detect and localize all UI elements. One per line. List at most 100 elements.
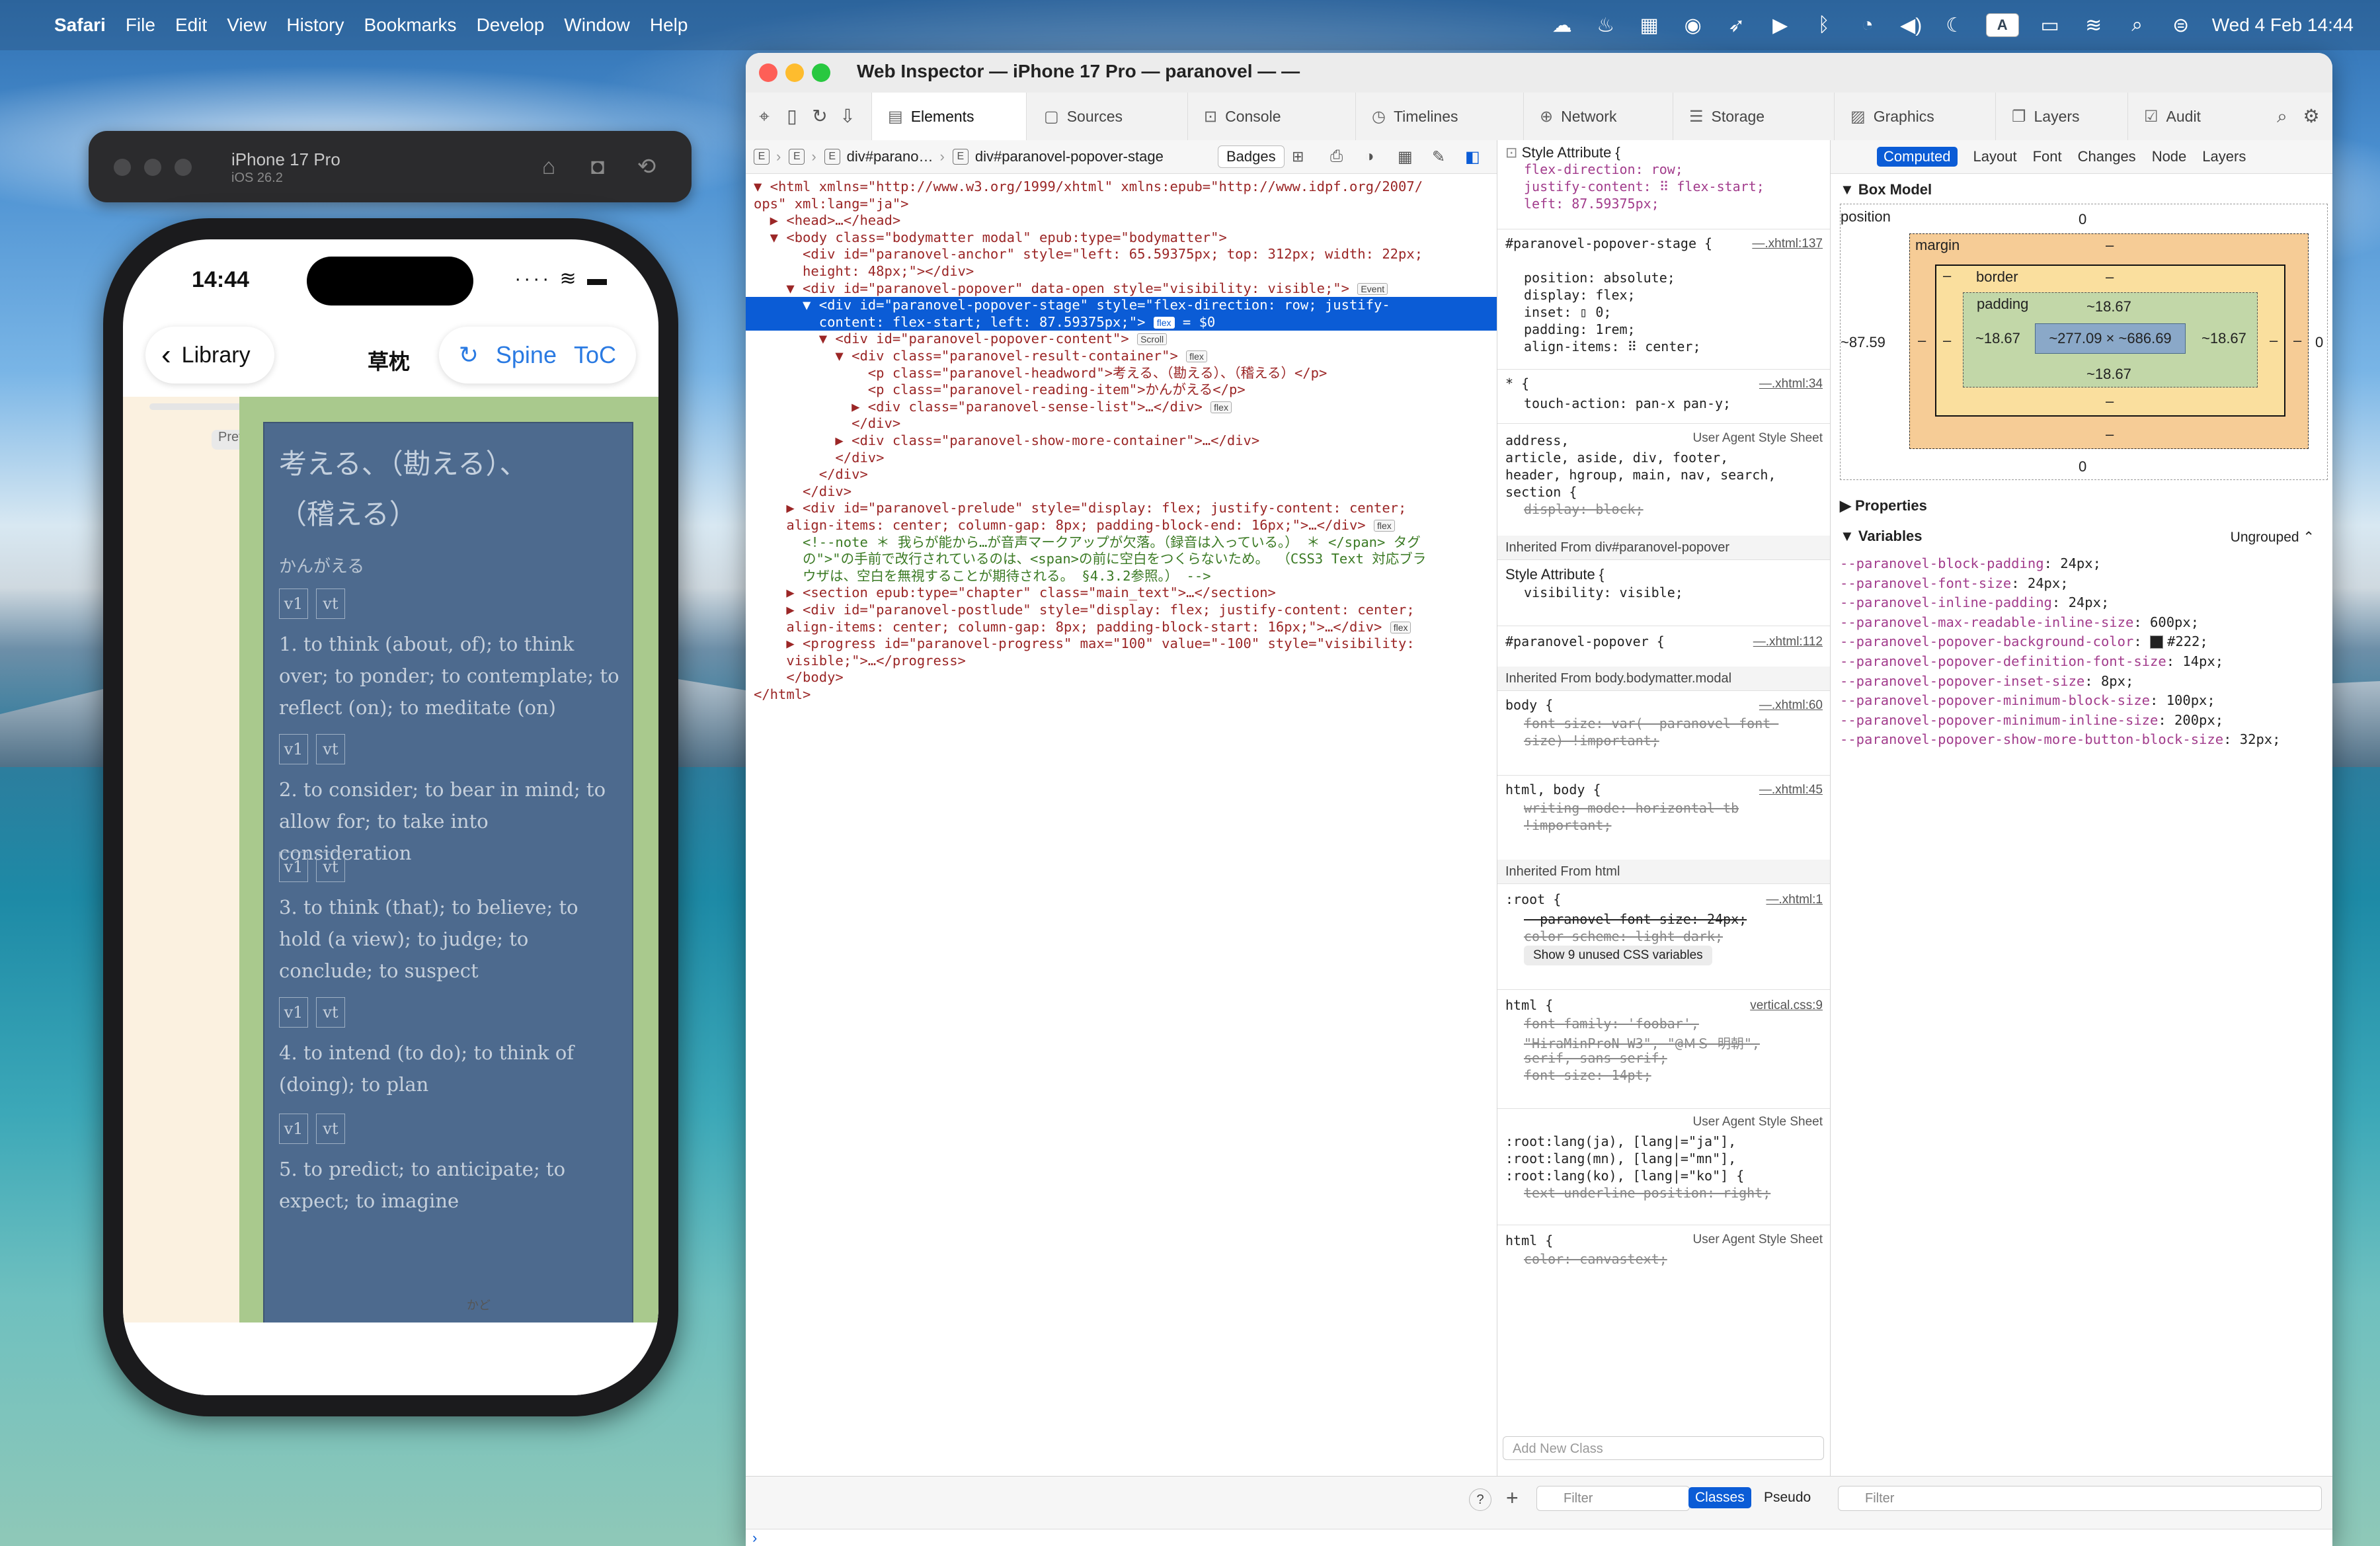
pseudo-toggle[interactable]: Pseudo [1764,1487,1811,1508]
tab-layout[interactable]: Layout [1973,148,2017,165]
overridden-declaration[interactable]: color-scheme: light dark; [1524,928,1723,944]
time-machine-icon[interactable]: ◔ [1855,13,1880,38]
dom-node-line[interactable]: ▼ <div class="paranovel-result-container… [746,348,1505,365]
dom-node-line[interactable]: ▶ <section epub:type="chapter" class="ma… [746,585,1505,602]
v1-tag[interactable]: v1 [279,997,308,1028]
overridden-declaration[interactable]: !important; [1524,817,1611,833]
css-rule[interactable]: html { vertical.css:9 font-family: 'foob… [1497,989,1831,1109]
css-rule[interactable]: html, body { —.xhtml:45 writing-mode: ho… [1497,775,1831,860]
tab-timelines[interactable]: ◷ Timelines [1355,93,1524,140]
dom-badge[interactable]: flex [1153,316,1175,329]
dom-badge[interactable]: Event [1357,282,1388,295]
css-variable-row[interactable]: --paranovel-popover-minimum-block-size: … [1840,692,2215,708]
vt-tag[interactable]: vt [316,734,345,764]
tab-network[interactable]: ⊕ Network [1523,93,1692,140]
pencil-icon[interactable]: ✎ [1432,147,1445,167]
overridden-declaration[interactable]: text-underline-position: right; [1524,1185,1770,1201]
declaration[interactable]: display: flex; [1524,287,1636,303]
overridden-declaration[interactable]: "HiraMinProN-W3", "@ＭＳ 明朝", [1524,1033,1760,1052]
inherited-header[interactable]: Inherited From body.bodymatter.modal [1497,667,1839,691]
grid-overlay-icon[interactable]: ⊞ [1292,148,1304,165]
search-icon[interactable]: ⌕ [2270,104,2294,128]
menu-edit[interactable]: Edit [175,0,207,50]
dom-badge[interactable]: flex [1186,350,1207,362]
rule-source-link[interactable]: —.xhtml:112 [1753,635,1823,649]
volume-icon[interactable]: ◀) [1899,13,1924,38]
settings-gear-icon[interactable]: ⚙ [2299,104,2323,128]
play-icon[interactable]: ▶ [1768,13,1793,38]
menu-help[interactable]: Help [650,0,688,50]
dom-badge[interactable]: flex [1210,401,1232,413]
box-model-header[interactable]: ▼ Box Model [1840,181,1932,198]
tab-font[interactable]: Font [2033,148,2062,165]
declaration[interactable]: visibility: visible; [1524,585,1683,600]
dom-node-line[interactable]: ▼ <html xmlns="http://www.w3.org/1999/xh… [746,179,1505,196]
v1-tag[interactable]: v1 [279,589,308,619]
v1-tag[interactable]: v1 [279,1114,308,1144]
overridden-declaration[interactable]: size) !important; [1524,733,1659,749]
declaration[interactable]: align-items: ⠿ center; [1524,339,1701,354]
overridden-declaration[interactable]: font-size: var(--paranovel-font- [1524,715,1778,731]
battery-icon[interactable]: ▭ [2038,13,2063,38]
css-variable-row[interactable]: --paranovel-popover-background-color: #2… [1840,633,2208,649]
dom-node-line[interactable]: align-items: center; column-gap: 8px; pa… [746,619,1505,636]
declaration[interactable]: left: 87.59375px; [1524,196,1659,212]
toc-button[interactable]: ToC [574,341,616,369]
declaration[interactable]: inset: ▯ 0; [1524,304,1611,320]
moon-icon[interactable]: ☾ [1942,13,1967,38]
rule-source-link[interactable]: —.xhtml:45 [1759,783,1823,797]
wifi-icon[interactable]: ≋ [2081,13,2106,38]
control-center-icon[interactable]: ⊜ [2168,13,2194,38]
show-unused-vars-button[interactable]: Show 9 unused CSS variables [1524,946,1712,965]
tab-sources[interactable]: ▢ Sources [1026,93,1189,140]
vt-tag[interactable]: vt [316,997,345,1028]
dom-badge[interactable]: flex [1374,520,1395,532]
dom-node-line[interactable]: </div> [746,466,1505,483]
dictionary-popover[interactable]: 考える、（勘える）、 （稽える） かんがえる v1 vt 1. to think … [263,422,633,1332]
menu-history[interactable]: History [286,0,344,50]
tab-elements[interactable]: ▤ Elements [871,93,1027,140]
dom-node-line[interactable]: </html> [746,686,1505,704]
back-to-library-button[interactable]: ‹ Library [145,327,274,384]
reload-icon[interactable]: ↻ [808,104,832,128]
console-prompt-bar[interactable]: › [746,1529,2332,1546]
screenshot-icon[interactable]: ◘ [584,153,611,180]
css-rule[interactable]: :root { —.xhtml:1 --paranovel-font-size:… [1497,883,1831,990]
horizontal-scrollbar[interactable] [149,403,242,410]
tab-audit[interactable]: ☑ Audit [2127,93,2243,140]
device-icon[interactable]: ▯ [780,104,804,128]
rule-source-link[interactable]: —.xhtml:137 [1752,237,1823,251]
input-source-badge[interactable]: A [1985,13,2019,37]
tab-layers[interactable]: Layers [2202,148,2246,165]
dom-badge[interactable]: Scroll [1137,333,1168,346]
properties-header[interactable]: ▶ Properties [1840,497,1927,514]
dom-node-line[interactable]: <p class="paranovel-headword">考える、（勘える）、… [746,365,1505,382]
vt-tag[interactable]: vt [316,589,345,619]
tab-changes[interactable]: Changes [2078,148,2136,165]
book-content-area[interactable]: Previ 考える、（勘える）、 （稽える） かんがえる v1 vt 1. to … [123,397,658,1332]
flame-icon[interactable]: ♨ [1593,13,1618,38]
color-swatch[interactable] [2150,635,2164,649]
rule-source-link[interactable]: —.xhtml:34 [1759,377,1823,391]
keyboard-icon[interactable]: ▦ [1637,13,1662,38]
appearance-icon[interactable]: ◑ [1365,147,1374,166]
dom-node-line[interactable]: <p class="paranovel-reading-item">かんがえる<… [746,382,1505,399]
dom-node-line[interactable]: align-items: center; column-gap: 8px; pa… [746,517,1505,534]
dom-tree[interactable]: ▼ <html xmlns="http://www.w3.org/1999/xh… [746,173,1505,1509]
styles-filter-input[interactable]: Filter [1536,1486,1690,1511]
dom-node-line[interactable]: content: flex-start; left: 87.59375px;">… [746,313,1505,331]
declaration[interactable]: position: absolute; [1524,270,1675,286]
reload-icon[interactable]: ↻ [459,341,479,369]
element-icon[interactable]: E [789,149,805,165]
style-attribute-rule[interactable]: Style Attribute { visibility: visible; [1497,559,1831,626]
home-icon[interactable]: ⌂ [536,153,562,180]
computed-filter-input[interactable]: Filter [1838,1486,2322,1511]
dom-badge[interactable]: flex [1390,621,1411,633]
dom-node-line[interactable]: ops" xml:lang="ja"> [746,196,1505,213]
dom-node-line[interactable]: <!--note ＊ 我らが能から…が音声マークアップが欠落。（録音は入っている… [746,534,1505,551]
css-variable-row[interactable]: --paranovel-popover-show-more-button-blo… [1840,731,2280,747]
rotate-icon[interactable]: ⟲ [633,153,660,180]
dom-node-line[interactable]: </div> [746,450,1505,467]
dom-node-line[interactable]: ▶ <head>…</head> [746,212,1505,229]
menu-window[interactable]: Window [564,0,630,50]
